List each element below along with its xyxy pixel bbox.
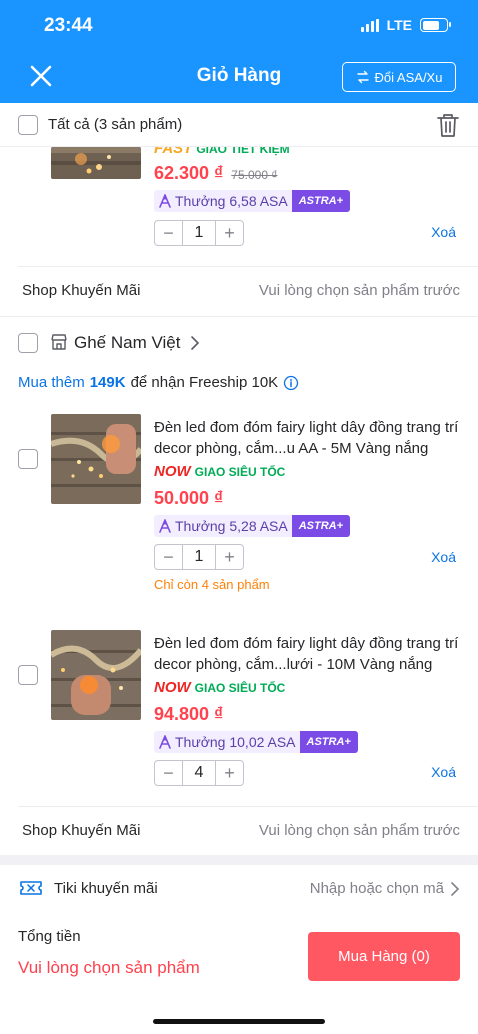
product-image-icon — [51, 414, 141, 504]
product-price: 62.300 ₫ 75.000 ₫ — [154, 163, 278, 184]
shop-promo-hint: Vui lòng chọn sản phẩm trước — [258, 282, 460, 299]
product-name[interactable]: Đèn led đom đóm fairy light dây đồng tra… — [154, 417, 464, 459]
quantity-value[interactable]: 1 — [182, 545, 216, 569]
remove-button[interactable]: Xoá — [431, 224, 456, 240]
tiki-promo-label: Tiki khuyến mãi — [54, 880, 158, 897]
product-price: 94.800 ₫ — [154, 704, 223, 725]
battery-icon — [420, 18, 451, 32]
select-all-bar: Tất cả (3 sản phẩm) — [0, 103, 478, 147]
shop-link[interactable] — [190, 335, 200, 356]
quantity-stepper: − 1 + — [154, 544, 244, 570]
total-hint: Vui lòng chọn sản phẩm — [18, 958, 200, 977]
product-price: 50.000 ₫ — [154, 488, 223, 509]
status-time: 23:44 — [44, 15, 93, 36]
astra-tag: ASTRA+ — [291, 515, 351, 537]
chevron-right-icon — [191, 336, 200, 350]
info-icon[interactable] — [283, 375, 299, 391]
astra-icon — [159, 194, 171, 208]
exchange-icon — [356, 70, 369, 84]
product-thumbnail[interactable] — [51, 414, 141, 504]
freeship-prefix: Mua thêm — [18, 374, 85, 391]
current-price: 62.300 ₫ — [154, 163, 224, 183]
delivery-text: GIAO SIÊU TỐC — [194, 680, 286, 695]
increase-button[interactable]: + — [216, 221, 243, 245]
astra-tag: ASTRA+ — [299, 731, 358, 753]
chevron-right-icon — [451, 882, 460, 896]
astra-icon — [159, 519, 171, 533]
store-icon — [51, 334, 67, 350]
item-checkbox[interactable] — [18, 665, 38, 685]
quantity-stepper: − 4 + — [154, 760, 244, 786]
delivery-brand: NOW — [154, 679, 191, 696]
delivery-brand: NOW — [154, 463, 191, 480]
reward-badge: Thưởng 10,02 ASA ASTRA+ — [154, 731, 358, 753]
astra-icon — [159, 735, 171, 749]
decrease-button[interactable]: − — [155, 221, 182, 245]
product-name[interactable]: Đèn led đom đóm fairy light dây đồng tra… — [154, 633, 464, 675]
product-thumbnail[interactable] — [51, 630, 141, 720]
freeship-amount: 149K — [89, 374, 126, 391]
trash-icon — [437, 114, 459, 137]
delivery-text: GIAO SIÊU TỐC — [194, 464, 286, 479]
shop-header: Ghế Nam Việt — [0, 316, 478, 368]
home-indicator — [153, 1019, 325, 1024]
quantity-stepper: − 1 + — [154, 220, 244, 246]
current-price: 94.800 ₫ — [154, 704, 224, 724]
quantity-value[interactable]: 1 — [182, 221, 216, 245]
network-label: LTE — [386, 17, 412, 33]
quantity-value[interactable]: 4 — [182, 761, 216, 785]
stock-note: Chỉ còn 4 sản phẩm — [154, 577, 270, 592]
checkout-button[interactable]: Mua Hàng (0) — [308, 932, 460, 981]
shop-promo-hint: Vui lòng chọn sản phẩm trước — [258, 822, 460, 839]
exchange-label: Đổi ASA/Xu — [374, 69, 443, 85]
old-price: 75.000 ₫ — [231, 168, 278, 182]
total-label: Tổng tiền — [18, 928, 81, 945]
product-image-icon — [51, 147, 141, 179]
astra-tag: ASTRA+ — [291, 190, 351, 212]
remove-button[interactable]: Xoá — [431, 549, 456, 565]
reward-badge: Thưởng 5,28 ASA ASTRA+ — [154, 515, 351, 537]
shop-promo-label: Shop Khuyến Mãi — [22, 822, 141, 839]
select-all-label: Tất cả (3 sản phẩm) — [48, 116, 183, 133]
shop-promo-row[interactable]: Shop Khuyến Mãi Vui lòng chọn sản phẩm t… — [0, 267, 478, 315]
item-checkbox[interactable] — [18, 449, 38, 469]
reward-text: Thưởng 10,02 ASA — [175, 734, 296, 750]
increase-button[interactable]: + — [216, 761, 243, 785]
remove-button[interactable]: Xoá — [431, 764, 456, 780]
delete-all-button[interactable] — [436, 112, 460, 143]
reward-badge: Thưởng 6,58 ASA ASTRA+ — [154, 190, 351, 212]
section-separator — [0, 855, 478, 865]
shop-promo-row[interactable]: Shop Khuyến Mãi Vui lòng chọn sản phẩm t… — [0, 807, 478, 855]
shop-promo-label: Shop Khuyến Mãi — [22, 282, 141, 299]
status-icons: LTE — [360, 17, 451, 33]
tiki-promo-row[interactable]: Tiki khuyến mãi Nhập hoặc chọn mã — [0, 865, 478, 913]
product-thumbnail[interactable] — [51, 147, 141, 179]
decrease-button[interactable]: − — [155, 545, 182, 569]
delivery-badge: NOW GIAO SIÊU TỐC — [154, 679, 285, 696]
decrease-button[interactable]: − — [155, 761, 182, 785]
freeship-banner: Mua thêm 149K để nhận Freeship 10K — [18, 374, 299, 391]
current-price: 50.000 ₫ — [154, 488, 224, 508]
delivery-badge: NOW GIAO SIÊU TỐC — [154, 463, 285, 480]
app-header: 23:44 LTE Giỏ Hàng Đổi ASA/Xu — [0, 0, 478, 103]
signal-icon — [360, 18, 379, 32]
exchange-asa-button[interactable]: Đổi ASA/Xu — [342, 62, 456, 92]
freeship-suffix: để nhận Freeship 10K — [130, 374, 279, 391]
shop-name[interactable]: Ghế Nam Việt — [74, 333, 180, 353]
increase-button[interactable]: + — [216, 545, 243, 569]
select-all-checkbox[interactable] — [18, 114, 38, 135]
tiki-promo-hint: Nhập hoặc chọn mã — [309, 880, 444, 897]
reward-text: Thưởng 5,28 ASA — [175, 518, 288, 534]
coupon-icon — [20, 881, 42, 895]
product-image-icon — [51, 630, 141, 720]
reward-text: Thưởng 6,58 ASA — [175, 193, 288, 209]
shop-checkbox[interactable] — [18, 333, 38, 353]
